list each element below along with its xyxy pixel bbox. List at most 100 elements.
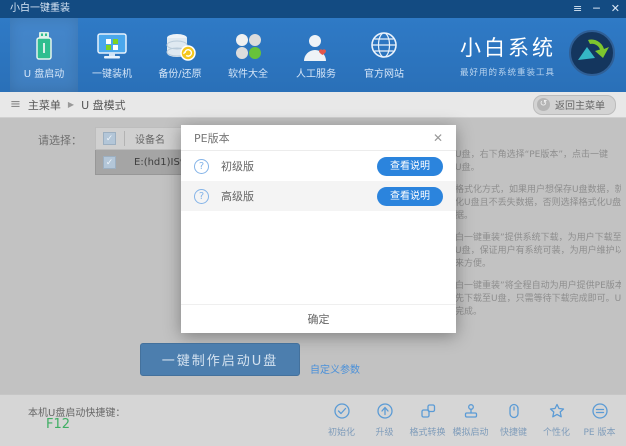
breadcrumb-bar: ≡ 主菜单 ▶ U 盘模式 ↺ 返回主菜单 <box>0 92 626 118</box>
database-icon <box>164 30 196 62</box>
breadcrumb-separator-icon: ▶ <box>67 100 75 109</box>
brand-block: 小白系统 最好用的系统重装工具 <box>460 18 616 92</box>
tool-upgrade[interactable]: 升级 <box>364 402 405 438</box>
mouse-icon <box>505 402 523 423</box>
instruction-line: 白一键重装”将全程自动为用户提供PE版本 <box>455 281 621 291</box>
pe-version-dialog: PE版本 ✕ ? 初级版 查看说明 ? 高级版 查看说明 确定 <box>181 125 456 333</box>
brand-slogan: 最好用的系统重装工具 <box>460 68 556 78</box>
boot-hotkey-value: F12 <box>46 417 71 432</box>
dialog-close-icon[interactable]: ✕ <box>433 131 443 145</box>
device-checkbox[interactable]: ✓ <box>103 155 116 169</box>
format-convert-icon <box>419 402 437 423</box>
check-circle-icon <box>333 402 351 423</box>
nav-items: U 盘启动 一键装机 备份/还原 软件大全 人工服务 官方网站 <box>10 18 418 92</box>
instruction-line: U盘，右下角选择“PE版本”，点击一键 <box>455 150 609 160</box>
brand-name: 小白系统 <box>460 36 556 60</box>
main-nav: U 盘启动 一键装机 备份/还原 软件大全 人工服务 官方网站 小白系统 最好用… <box>0 18 626 92</box>
dialog-title: PE版本 <box>194 131 230 145</box>
tool-personalize[interactable]: 个性化 <box>536 402 577 438</box>
tool-initialize[interactable]: 初始化 <box>321 402 362 438</box>
pe-disc-icon <box>591 402 609 423</box>
boot-hotkey-label: 本机U盘启动快捷键： <box>28 408 126 419</box>
brand-logo-icon <box>568 29 616 81</box>
tool-simulate-boot[interactable]: 模拟启动 <box>450 402 491 438</box>
globe-icon <box>368 30 400 62</box>
instruction-line: 来方便。 <box>455 259 492 269</box>
nav-item-label: 官方网站 <box>364 69 404 80</box>
back-to-main-menu-button[interactable]: ↺ 返回主菜单 <box>533 94 616 115</box>
nav-item-one-key-install[interactable]: 一键装机 <box>78 18 146 92</box>
nav-item-label: U 盘启动 <box>23 69 65 80</box>
breadcrumb-root[interactable]: 主菜单 <box>28 97 61 113</box>
brand-text: 小白系统 最好用的系统重装工具 <box>460 32 556 78</box>
tool-label: 初始化 <box>327 428 355 438</box>
dialog-footer: 确定 <box>181 304 456 333</box>
nav-item-label: 备份/还原 <box>158 69 202 80</box>
pe-option-basic: ? 初级版 查看说明 <box>181 151 456 181</box>
tool-label: 个性化 <box>542 428 570 438</box>
question-icon: ? <box>194 158 209 174</box>
pe-option-label: 初级版 <box>221 160 254 173</box>
joystick-icon <box>462 402 480 423</box>
tool-label: 格式转换 <box>409 428 446 438</box>
app-window: 小白一键重装 ≡ ─ ✕ U 盘启动 一键装机 备份/还原 软件大全 人工服务 … <box>0 0 626 446</box>
custom-params-link[interactable]: 自定义参数 <box>310 361 360 376</box>
breadcrumb-current: U 盘模式 <box>81 98 126 112</box>
nav-item-label: 一键装机 <box>92 69 132 80</box>
instruction-paragraph: 白一键重装”将全程自动为用户提供PE版本 先下载至U盘，只需等待下载完成即可。U… <box>455 280 621 319</box>
instruction-paragraph: 格式化方式，如果用户想保存U盘数据，就 化U盘且不丢失数据，否则选择格式化U盘 … <box>455 184 621 223</box>
instruction-line: 完成。 <box>455 307 483 317</box>
content-area: 请选择： ✓ 设备名 ✓ E:(hd1)IS917 U盘，右下角选择“PE版本”… <box>0 119 626 394</box>
tool-label: 快捷键 <box>499 428 527 438</box>
question-icon: ? <box>194 188 209 204</box>
apps-grid-icon <box>233 30 263 62</box>
window-controls: ≡ ─ ✕ <box>573 0 620 18</box>
instruction-line: 格式化方式，如果用户想保存U盘数据，就 <box>455 185 621 195</box>
instruction-line: U盘，保证用户有系统可装，为用户维护以 <box>455 246 621 256</box>
instruction-line: 据。 <box>455 211 474 221</box>
make-boot-usb-button[interactable]: 一键制作启动U盘 <box>140 343 300 376</box>
star-icon <box>548 402 566 423</box>
nav-item-official-site[interactable]: 官方网站 <box>350 18 418 92</box>
menu-icon[interactable]: ≡ <box>573 0 582 18</box>
support-person-icon <box>301 30 331 62</box>
instruction-paragraph: 白一键重装”提供系统下载，为用户下载至 U盘，保证用户有系统可装，为用户维护以 … <box>455 232 621 271</box>
usb-drive-icon <box>31 30 57 62</box>
close-icon[interactable]: ✕ <box>611 0 620 18</box>
instruction-line: 化U盘且不丢失数据，否则选择格式化U盘 <box>455 198 621 208</box>
instructions-text: U盘，右下角选择“PE版本”，点击一键 U盘。 格式化方式，如果用户想保存U盘数… <box>455 149 621 328</box>
tool-label: PE 版本 <box>583 428 616 438</box>
nav-item-human-service[interactable]: 人工服务 <box>282 18 350 92</box>
tool-format-convert[interactable]: 格式转换 <box>407 402 448 438</box>
back-arrow-icon: ↺ <box>537 98 550 111</box>
pe-option-label: 高级版 <box>221 190 254 203</box>
nav-item-usb-boot[interactable]: U 盘启动 <box>10 18 78 92</box>
nav-item-label: 软件大全 <box>228 69 268 80</box>
tool-pe-version[interactable]: PE 版本 <box>579 402 620 438</box>
confirm-button[interactable]: 确定 <box>302 305 336 335</box>
instruction-line: 先下载至U盘，只需等待下载完成即可。U <box>455 294 621 304</box>
minimize-icon[interactable]: ─ <box>593 0 600 18</box>
nav-item-backup-restore[interactable]: 备份/还原 <box>146 18 214 92</box>
tool-label: 升级 <box>375 428 394 438</box>
hamburger-icon: ≡ <box>10 97 21 112</box>
tool-label: 模拟启动 <box>452 428 489 438</box>
view-instructions-button[interactable]: 查看说明 <box>377 186 443 206</box>
dialog-header: PE版本 ✕ <box>181 125 456 151</box>
instruction-line: U盘。 <box>455 163 480 173</box>
title-bar: 小白一键重装 ≡ ─ ✕ <box>0 0 626 18</box>
select-label: 请选择： <box>38 134 82 147</box>
window-title: 小白一键重装 <box>10 3 70 14</box>
pe-option-advanced: ? 高级版 查看说明 <box>181 181 456 211</box>
footer-tools: 初始化 升级 格式转换 模拟启动 快捷键 个性化 PE 版本 <box>321 402 620 438</box>
nav-item-label: 人工服务 <box>296 69 336 80</box>
arrow-up-circle-icon <box>376 402 394 423</box>
back-button-label: 返回主菜单 <box>555 101 605 112</box>
select-all-checkbox[interactable]: ✓ <box>103 132 116 145</box>
monitor-icon <box>95 30 129 62</box>
instruction-line: 白一键重装”提供系统下载，为用户下载至 <box>455 233 621 243</box>
instruction-paragraph: U盘，右下角选择“PE版本”，点击一键 U盘。 <box>455 149 621 175</box>
nav-item-software-collection[interactable]: 软件大全 <box>214 18 282 92</box>
tool-hotkey[interactable]: 快捷键 <box>493 402 534 438</box>
view-instructions-button[interactable]: 查看说明 <box>377 156 443 176</box>
